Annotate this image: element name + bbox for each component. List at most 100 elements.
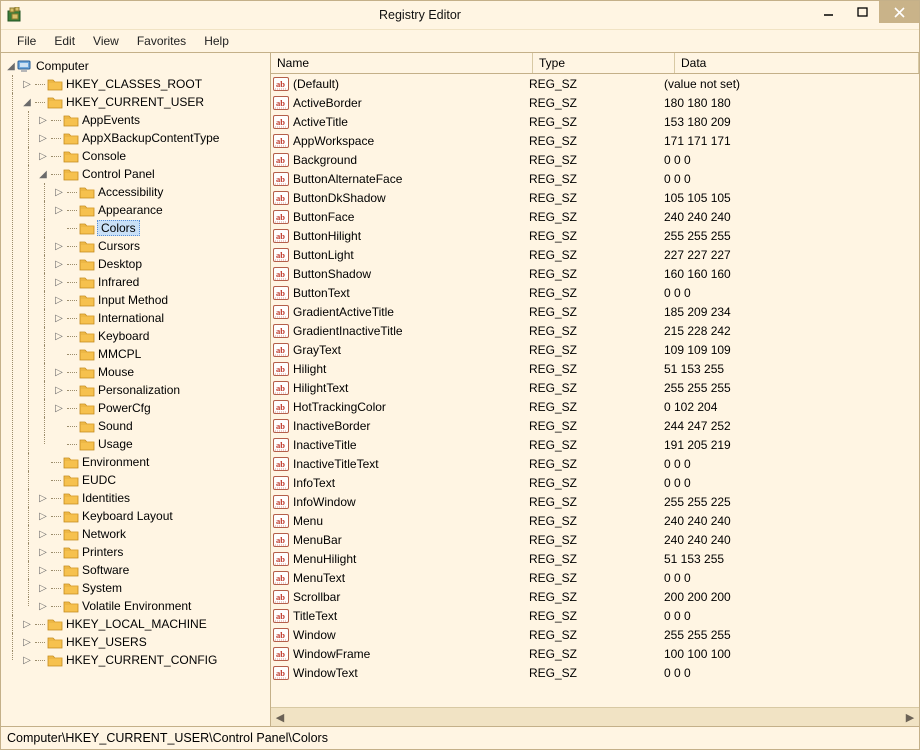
- values-list[interactable]: (Default)REG_SZ(value not set)ActiveBord…: [271, 74, 919, 707]
- value-row[interactable]: ButtonShadowREG_SZ160 160 160: [271, 264, 919, 283]
- tree-node-label[interactable]: EUDC: [82, 473, 116, 487]
- value-row[interactable]: ButtonFaceREG_SZ240 240 240: [271, 207, 919, 226]
- column-header-type[interactable]: Type: [533, 53, 675, 73]
- value-row[interactable]: ScrollbarREG_SZ200 200 200: [271, 587, 919, 606]
- close-button[interactable]: [879, 1, 919, 23]
- tree-node-label[interactable]: Infrared: [98, 275, 139, 289]
- tree-node-label[interactable]: HKEY_LOCAL_MACHINE: [66, 617, 207, 631]
- value-row[interactable]: MenuREG_SZ240 240 240: [271, 511, 919, 530]
- tree-node[interactable]: ▷ Keyboard: [53, 327, 270, 345]
- tree-node[interactable]: ▷ Personalization: [53, 381, 270, 399]
- tree-node-label[interactable]: Desktop: [98, 257, 142, 271]
- value-row[interactable]: WindowFrameREG_SZ100 100 100: [271, 644, 919, 663]
- tree-node[interactable]: ▷System: [37, 579, 270, 597]
- value-row[interactable]: GradientInactiveTitleREG_SZ215 228 242: [271, 321, 919, 340]
- tree-node-label[interactable]: Control Panel: [82, 167, 155, 181]
- expand-icon[interactable]: ▷: [37, 114, 49, 126]
- tree-node-label[interactable]: Mouse: [98, 365, 134, 379]
- tree-node[interactable]: ▷ AppEvents: [37, 111, 270, 129]
- expand-icon[interactable]: ▷: [21, 78, 33, 90]
- tree-node[interactable]: ▷Cursors: [53, 237, 270, 255]
- tree-node-label[interactable]: Keyboard: [98, 329, 149, 343]
- tree-node[interactable]: ▷ Identities: [37, 489, 270, 507]
- expand-icon[interactable]: ▷: [37, 546, 49, 558]
- expand-icon[interactable]: ▷: [53, 384, 65, 396]
- menu-help[interactable]: Help: [196, 32, 237, 50]
- expand-icon[interactable]: ▷: [53, 402, 65, 414]
- tree-node[interactable]: ▷ Printers: [37, 543, 270, 561]
- tree-node-label[interactable]: Personalization: [98, 383, 180, 397]
- expand-icon[interactable]: ▷: [53, 240, 65, 252]
- tree-node-label[interactable]: Console: [82, 149, 126, 163]
- tree-node[interactable]: ▷ HKEY_LOCAL_MACHINE: [21, 615, 270, 633]
- expand-icon[interactable]: ▷: [21, 654, 33, 666]
- tree-node-label[interactable]: Appearance: [98, 203, 163, 217]
- value-row[interactable]: WindowREG_SZ255 255 255: [271, 625, 919, 644]
- tree-pane[interactable]: ◢Computer▷HKEY_CLASSES_ROOT◢HKEY_CURRENT…: [1, 53, 271, 726]
- tree-node-label[interactable]: System: [82, 581, 122, 595]
- value-row[interactable]: ActiveBorderREG_SZ180 180 180: [271, 93, 919, 112]
- expand-icon[interactable]: ▷: [53, 186, 65, 198]
- value-row[interactable]: TitleTextREG_SZ0 0 0: [271, 606, 919, 625]
- value-row[interactable]: ActiveTitleREG_SZ153 180 209: [271, 112, 919, 131]
- tree-node-label[interactable]: Environment: [82, 455, 149, 469]
- tree-node-label[interactable]: MMCPL: [98, 347, 141, 361]
- value-row[interactable]: ButtonAlternateFaceREG_SZ0 0 0: [271, 169, 919, 188]
- tree-node-label[interactable]: AppEvents: [82, 113, 140, 127]
- expand-icon[interactable]: ▷: [37, 492, 49, 504]
- expand-icon[interactable]: ▷: [53, 204, 65, 216]
- expand-icon[interactable]: ▷: [37, 150, 49, 162]
- tree-node[interactable]: ◢HKEY_CURRENT_USER: [21, 93, 270, 111]
- expand-icon[interactable]: ▷: [37, 132, 49, 144]
- tree-node[interactable]: ▷ PowerCfg: [53, 399, 270, 417]
- maximize-button[interactable]: [845, 1, 879, 23]
- tree-node[interactable]: ▷HKEY_CURRENT_CONFIG: [21, 651, 270, 669]
- menu-edit[interactable]: Edit: [46, 32, 83, 50]
- tree-node[interactable]: ▷Accessibility: [53, 183, 270, 201]
- value-row[interactable]: ButtonTextREG_SZ0 0 0: [271, 283, 919, 302]
- value-row[interactable]: BackgroundREG_SZ0 0 0: [271, 150, 919, 169]
- tree-node[interactable]: ▷ Console: [37, 147, 270, 165]
- tree-node-label[interactable]: Colors: [97, 220, 140, 236]
- collapse-icon[interactable]: ◢: [21, 96, 33, 108]
- value-row[interactable]: WindowTextREG_SZ0 0 0: [271, 663, 919, 682]
- tree-node[interactable]: Usage: [53, 435, 270, 453]
- tree-node[interactable]: ▷International: [53, 309, 270, 327]
- menu-view[interactable]: View: [85, 32, 127, 50]
- value-row[interactable]: MenuTextREG_SZ0 0 0: [271, 568, 919, 587]
- tree-node-label[interactable]: Computer: [36, 59, 89, 73]
- value-row[interactable]: InactiveBorderREG_SZ244 247 252: [271, 416, 919, 435]
- tree-node-label[interactable]: HKEY_USERS: [66, 635, 147, 649]
- expand-icon[interactable]: ▷: [37, 600, 49, 612]
- expand-icon[interactable]: ▷: [21, 618, 33, 630]
- expand-icon[interactable]: ▷: [37, 528, 49, 540]
- expand-icon[interactable]: ▷: [37, 564, 49, 576]
- tree-node[interactable]: Colors: [53, 219, 270, 237]
- tree-node-label[interactable]: Volatile Environment: [82, 599, 191, 613]
- tree-node[interactable]: ▷Mouse: [53, 363, 270, 381]
- tree-node-label[interactable]: Network: [82, 527, 126, 541]
- tree-node[interactable]: ▷Input Method: [53, 291, 270, 309]
- value-row[interactable]: InfoTextREG_SZ0 0 0: [271, 473, 919, 492]
- tree-node-label[interactable]: Sound: [98, 419, 133, 433]
- tree-node-label[interactable]: Identities: [82, 491, 130, 505]
- collapse-icon[interactable]: ◢: [37, 168, 49, 180]
- value-row[interactable]: InfoWindowREG_SZ255 255 225: [271, 492, 919, 511]
- value-row[interactable]: (Default)REG_SZ(value not set): [271, 74, 919, 93]
- value-row[interactable]: GrayTextREG_SZ109 109 109: [271, 340, 919, 359]
- column-header-data[interactable]: Data: [675, 53, 919, 73]
- tree-node[interactable]: ▷Infrared: [53, 273, 270, 291]
- tree-node[interactable]: ◢ Control Panel: [37, 165, 270, 183]
- value-row[interactable]: HilightTextREG_SZ255 255 255: [271, 378, 919, 397]
- tree-node-label[interactable]: Printers: [82, 545, 123, 559]
- tree-node-label[interactable]: PowerCfg: [98, 401, 151, 415]
- tree-node-label[interactable]: Keyboard Layout: [82, 509, 173, 523]
- value-row[interactable]: ButtonHilightREG_SZ255 255 255: [271, 226, 919, 245]
- expand-icon[interactable]: ▷: [53, 258, 65, 270]
- tree-node[interactable]: ▷AppXBackupContentType: [37, 129, 270, 147]
- value-row[interactable]: AppWorkspaceREG_SZ171 171 171: [271, 131, 919, 150]
- expand-icon[interactable]: ▷: [53, 330, 65, 342]
- value-row[interactable]: HilightREG_SZ51 153 255: [271, 359, 919, 378]
- tree-node[interactable]: Sound: [53, 417, 270, 435]
- tree-node[interactable]: ▷ Volatile Environment: [37, 597, 270, 615]
